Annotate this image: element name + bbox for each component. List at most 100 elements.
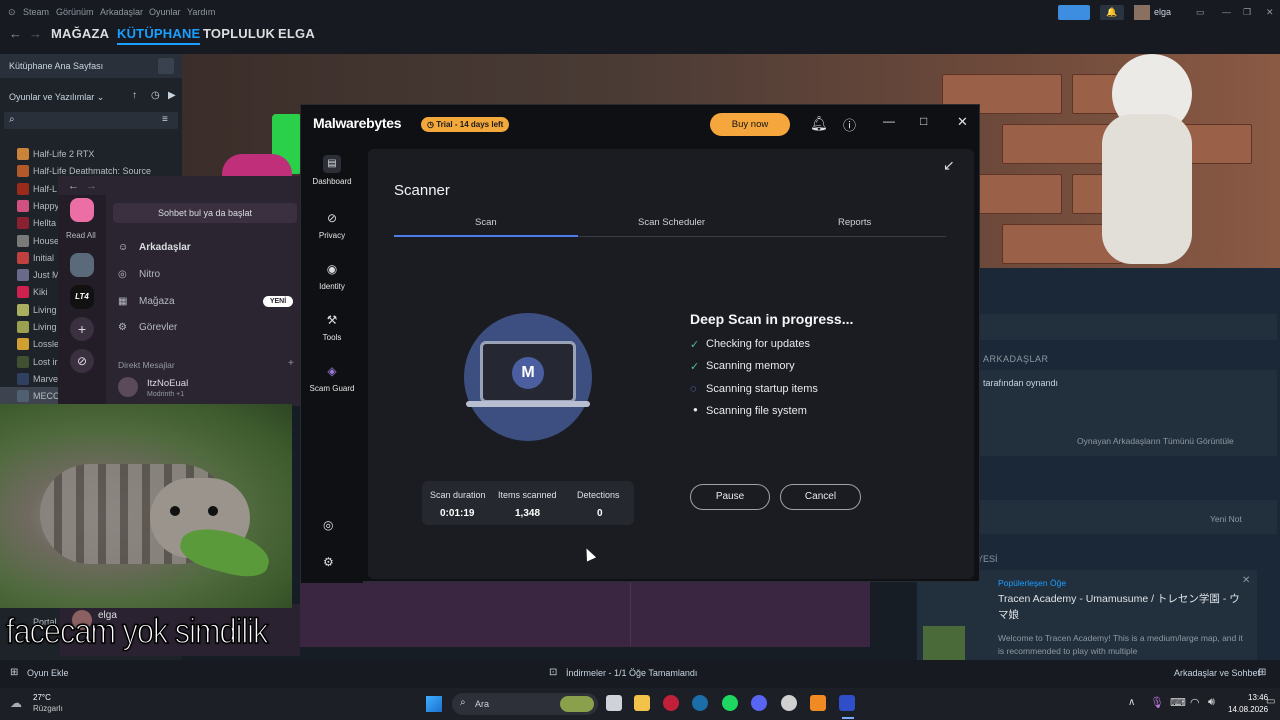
new-note-button[interactable]: Yeni Not <box>1210 514 1242 524</box>
close-icon[interactable]: ✕ <box>957 114 968 130</box>
minimize-icon[interactable]: — <box>1222 7 1231 17</box>
taskbar-search-input[interactable]: ⌕ Ara <box>452 693 598 715</box>
pause-button[interactable]: Pause <box>690 484 770 510</box>
nav-nitro[interactable]: Nitro <box>139 269 160 280</box>
tools-icon: ⚒ <box>326 313 338 327</box>
downloads-status[interactable]: İndirmeler - 1/1 Öğe Tamamlandı <box>566 668 697 678</box>
sidebar-game-item[interactable]: Half-Life 2 RTX <box>0 145 182 162</box>
menu-friends[interactable]: Arkadaşlar <box>100 7 143 17</box>
grid-view-icon[interactable] <box>158 58 174 74</box>
steam-username[interactable]: elga <box>1154 7 1171 17</box>
nav-store[interactable]: MAĞAZA <box>51 26 109 41</box>
sort-icon[interactable]: ↑ <box>132 90 137 101</box>
scan-stats-card: Scan duration 0:01:19 Items scanned 1,34… <box>422 481 634 525</box>
spotify-icon[interactable] <box>722 695 738 711</box>
account-icon[interactable]: ◎ <box>323 518 333 532</box>
monitor-icon[interactable]: ▭ <box>1196 7 1205 18</box>
cancel-button[interactable]: Cancel <box>780 484 861 510</box>
tray-chevron-icon[interactable]: ∧ <box>1128 697 1135 708</box>
workshop-item-card[interactable]: Popülerleşen Öğe ✕ Tracen Academy - Umam… <box>917 570 1257 660</box>
scan-illustration: M <box>464 313 592 441</box>
weather-status[interactable]: Rüzgarlı <box>33 704 63 713</box>
library-home[interactable]: Kütüphane Ana Sayfası <box>0 54 182 78</box>
friends-chat-button[interactable]: Arkadaşlar ve Sohbet <box>1174 668 1260 678</box>
server-icon[interactable] <box>70 253 94 277</box>
wifi-icon[interactable]: ◠ <box>1190 696 1200 709</box>
avatar[interactable] <box>118 377 138 397</box>
forward-arrow-icon[interactable]: → <box>86 180 97 192</box>
notification-bell-icon[interactable]: 🔔︎ <box>810 115 828 132</box>
sidebar-item-identity[interactable]: ◉ Identity <box>301 260 363 291</box>
help-icon[interactable]: ⓘ <box>843 115 856 134</box>
maximize-icon[interactable]: ❐ <box>1243 7 1251 18</box>
dm-search-input[interactable]: Sohbet bul ya da başlat <box>113 203 297 223</box>
add-server-icon[interactable]: + <box>70 317 94 341</box>
discord-icon[interactable] <box>751 695 767 711</box>
play-filter-icon[interactable]: ▶ <box>168 90 176 101</box>
add-game-button[interactable]: Oyun Ekle <box>27 668 69 678</box>
search-icon: ⌕ <box>9 114 15 125</box>
minimize-icon[interactable]: — <box>883 114 895 128</box>
recent-icon[interactable]: ◷ <box>151 90 160 101</box>
trial-badge[interactable]: ◷ Trial - 14 days left <box>421 117 510 132</box>
filter-icon[interactable]: ≡ <box>162 114 168 125</box>
clock-date[interactable]: 14.08.2026 <box>1228 705 1268 714</box>
maximize-icon[interactable]: □ <box>920 114 927 128</box>
task-view-icon[interactable] <box>606 695 622 711</box>
cloud-app-icon[interactable] <box>810 695 826 711</box>
back-arrow-icon[interactable]: ← <box>9 26 22 41</box>
weather-temp[interactable]: 27°C <box>33 693 51 702</box>
malwarebytes-window: Malwarebytes ◷ Trial - 14 days left Buy … <box>300 104 980 583</box>
view-all-friends-link[interactable]: Oynayan Arkadaşların Tümünü Görüntüle <box>1077 436 1234 446</box>
obs-icon[interactable] <box>781 695 797 711</box>
announce-button[interactable] <box>1058 5 1090 20</box>
sidebar-item-privacy[interactable]: ⊘ Privacy <box>301 209 363 240</box>
sidebar-item-tools[interactable]: ⚒ Tools <box>301 311 363 342</box>
volume-icon[interactable]: 🔊︎ <box>1208 696 1215 709</box>
avatar[interactable] <box>1134 5 1150 20</box>
nav-library[interactable]: KÜTÜPHANE <box>117 26 201 45</box>
close-icon[interactable]: ✕ <box>1266 7 1274 18</box>
notification-center-icon[interactable]: ▭ <box>1266 696 1275 707</box>
nav-community[interactable]: TOPLULUK <box>203 26 275 41</box>
weather-icon[interactable]: ☁ <box>10 696 22 710</box>
nav-friends[interactable]: Arkadaşlar <box>139 242 191 253</box>
buy-now-button[interactable]: Buy now <box>710 113 790 136</box>
notification-bell-icon[interactable]: 🔔 <box>1100 5 1124 20</box>
dm-username[interactable]: ItzNoEual <box>147 378 188 389</box>
sidebar-item-dashboard[interactable]: ▤ Dashboard <box>301 155 363 186</box>
add-dm-icon[interactable]: + <box>288 358 294 369</box>
menu-view[interactable]: Görünüm <box>56 7 94 17</box>
discord-home-icon[interactable] <box>70 198 94 222</box>
dm-header: Direkt Mesajlar <box>118 360 175 370</box>
forward-arrow-icon[interactable]: → <box>29 26 42 41</box>
library-search-input[interactable]: ⌕ ≡ <box>4 112 178 129</box>
nav-quests[interactable]: Görevler <box>139 322 177 333</box>
game-icon <box>17 165 29 178</box>
tab-reports[interactable]: Reports <box>838 217 871 228</box>
server-lt4-icon[interactable]: LT4 <box>70 285 94 309</box>
opera-icon[interactable] <box>663 695 679 711</box>
menu-help[interactable]: Yardım <box>187 7 215 17</box>
file-explorer-icon[interactable] <box>634 695 650 711</box>
menu-steam[interactable]: Steam <box>23 7 49 17</box>
close-icon[interactable]: ✕ <box>1242 575 1250 586</box>
windows-start-icon[interactable] <box>426 696 442 712</box>
nav-shop[interactable]: Mağaza <box>139 296 175 307</box>
sidebar-item-scam-guard[interactable]: ◈ Scam Guard <box>301 362 363 393</box>
tab-scan-scheduler[interactable]: Scan Scheduler <box>638 217 705 228</box>
steam-icon[interactable] <box>692 695 708 711</box>
back-arrow-icon[interactable]: ← <box>68 180 79 192</box>
discover-icon[interactable]: ⊘ <box>70 349 94 373</box>
malwarebytes-taskbar-icon[interactable] <box>839 695 855 711</box>
nav-profile[interactable]: ELGA <box>278 26 315 41</box>
settings-gear-icon[interactable]: ⚙ <box>323 555 334 569</box>
tab-scan[interactable]: Scan <box>475 217 497 228</box>
collapse-icon[interactable]: ↙ <box>943 157 955 174</box>
scanner-panel: ↙ Scanner Scan Scan Scheduler Reports M … <box>368 149 974 579</box>
keyboard-icon[interactable]: ⌨ <box>1170 696 1186 709</box>
menu-games[interactable]: Oyunlar <box>149 7 181 17</box>
chat-icon[interactable]: ⊞ <box>1258 667 1266 678</box>
microphone-icon[interactable]: 🎙︎ <box>1150 696 1164 709</box>
read-all-button[interactable]: Read All <box>66 231 96 240</box>
